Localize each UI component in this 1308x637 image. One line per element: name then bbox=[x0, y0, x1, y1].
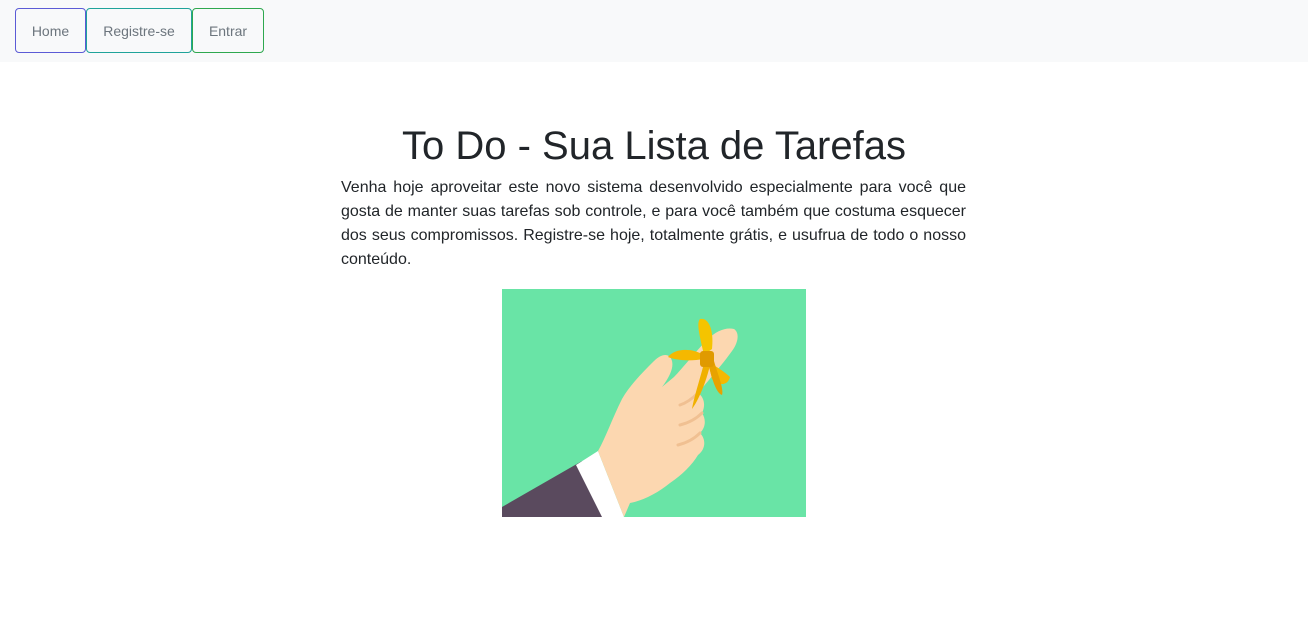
reminder-illustration bbox=[502, 289, 806, 517]
nav-login-button[interactable]: Entrar bbox=[192, 8, 264, 53]
nav-register-button[interactable]: Registre-se bbox=[86, 8, 192, 53]
nav-home-button[interactable]: Home bbox=[15, 8, 86, 53]
top-navbar: Home Registre-se Entrar bbox=[0, 0, 1308, 62]
hand-with-ribbon-reminder-icon bbox=[502, 318, 738, 517]
page-title: To Do - Sua Lista de Tarefas bbox=[402, 124, 906, 168]
intro-paragraph: Venha hoje aproveitar este novo sistema … bbox=[341, 179, 966, 268]
